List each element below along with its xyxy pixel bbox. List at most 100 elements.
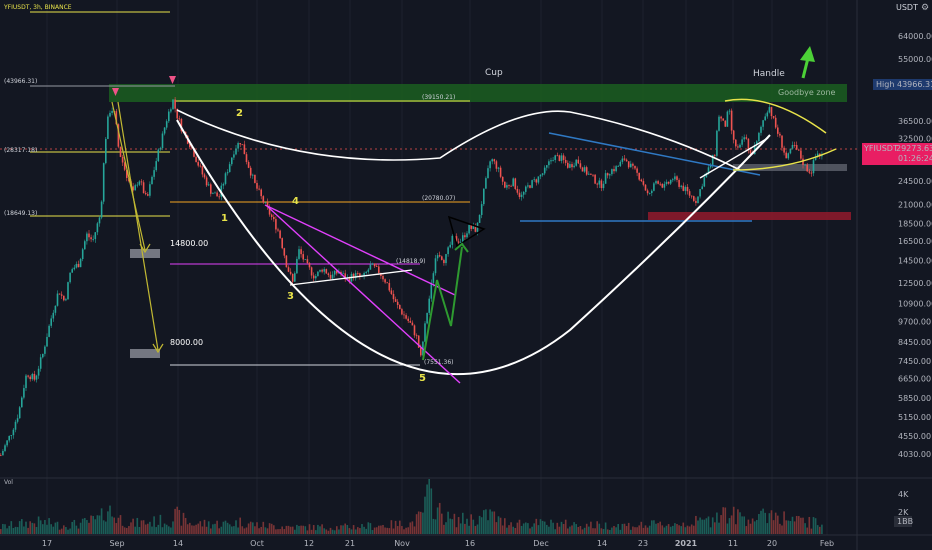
candle-body xyxy=(237,143,239,149)
y-tick-label: 6650.00 xyxy=(898,374,931,383)
last-price-value: 29273.63 xyxy=(896,144,932,153)
candle-body xyxy=(514,178,517,189)
candle-body xyxy=(178,118,181,120)
candle-body xyxy=(781,135,783,148)
volume-bar xyxy=(793,521,796,534)
candle-body xyxy=(623,158,626,160)
volume-bar xyxy=(623,523,626,534)
candle-body xyxy=(535,179,538,183)
candle-body xyxy=(201,166,204,175)
volume-bar xyxy=(564,519,567,534)
candle-body xyxy=(569,164,571,168)
candle-body xyxy=(726,111,729,127)
volume-bar xyxy=(674,523,676,534)
candle-body xyxy=(401,309,403,315)
volume-bar xyxy=(726,523,729,534)
candle-body xyxy=(680,185,682,187)
candle-body xyxy=(487,168,489,179)
volume-bar xyxy=(678,525,680,534)
volume-bar xyxy=(575,524,577,534)
volume-bar xyxy=(367,522,370,534)
volume-bar xyxy=(447,511,449,534)
candle-body xyxy=(119,146,122,157)
volume-bar xyxy=(724,507,727,534)
candle-body xyxy=(224,173,227,184)
volume-bar xyxy=(693,525,695,534)
volume-bar xyxy=(506,527,508,534)
candle-body xyxy=(50,318,52,326)
candle-body xyxy=(226,172,229,174)
volume-bar xyxy=(115,523,118,534)
volume-bar xyxy=(361,524,363,534)
volume-bar xyxy=(537,525,540,534)
volume-bar xyxy=(392,528,395,534)
candle-body xyxy=(483,188,485,205)
candle-body xyxy=(525,186,527,192)
volume-bar xyxy=(172,521,174,534)
volume-bar xyxy=(415,514,418,534)
volume-bar xyxy=(235,520,237,534)
candle-body xyxy=(609,174,611,176)
candle-body xyxy=(388,282,391,291)
candle-body xyxy=(508,185,510,186)
volume-bar xyxy=(249,521,252,534)
volume-bar xyxy=(86,520,88,534)
volume-bar xyxy=(245,527,248,534)
volume-bar xyxy=(697,520,699,534)
volume-bar xyxy=(243,528,246,534)
volume-bar xyxy=(497,516,500,534)
candle-body xyxy=(159,148,162,150)
candle-body xyxy=(457,241,460,243)
x-tick-label: 2021 xyxy=(675,539,698,548)
candle-body xyxy=(686,186,689,192)
volume-bar xyxy=(12,528,15,534)
volume-bar xyxy=(749,523,752,534)
candle-body xyxy=(672,179,674,181)
candle-body xyxy=(615,166,617,172)
volume-bar xyxy=(459,523,462,534)
volume-bar xyxy=(707,516,710,534)
volume-bar xyxy=(644,525,647,534)
volume-bar xyxy=(203,519,206,534)
volume-bar xyxy=(718,522,720,534)
volume-bar xyxy=(655,523,657,534)
candle-body xyxy=(510,185,512,187)
volume-bar xyxy=(657,523,659,534)
volume-bar xyxy=(258,528,260,534)
y-tick-label: 36500.00 xyxy=(898,117,932,126)
candle-body xyxy=(323,269,325,272)
volume-bar xyxy=(636,527,638,534)
candle-body xyxy=(107,116,109,139)
candle-body xyxy=(667,181,670,184)
volume-bar xyxy=(128,526,130,534)
volume-bar xyxy=(0,529,2,534)
volume-bar xyxy=(136,517,139,534)
candle-body xyxy=(71,269,73,273)
candle-body xyxy=(254,174,256,183)
price-chart[interactable]: (43966.31) (39150.21) (28317.18) (20780.… xyxy=(0,0,932,550)
volume-bar xyxy=(283,529,286,534)
volume-bar xyxy=(432,518,435,534)
volume-bar xyxy=(210,528,212,534)
candle-body xyxy=(489,161,491,169)
candle-body xyxy=(111,111,113,113)
volume-bar xyxy=(134,526,136,534)
volume-bar xyxy=(653,520,655,534)
candle-body xyxy=(699,189,701,197)
volume-bar xyxy=(96,515,99,534)
volume-bar xyxy=(380,525,382,534)
volume-bar xyxy=(84,518,86,534)
x-tick-label: 16 xyxy=(465,539,475,548)
volume-bar xyxy=(732,506,735,534)
candle-body xyxy=(659,183,661,185)
candle-body xyxy=(228,164,231,173)
volume-bar xyxy=(747,519,750,534)
volume-bar xyxy=(25,521,27,534)
volume-bar xyxy=(609,529,611,534)
settings-gear-icon[interactable]: ⚙ xyxy=(921,3,929,13)
candle-body xyxy=(373,263,376,267)
candle-body xyxy=(63,295,65,301)
candle-body xyxy=(378,266,380,273)
volume-bar xyxy=(600,528,603,534)
volume-bar xyxy=(756,519,758,534)
